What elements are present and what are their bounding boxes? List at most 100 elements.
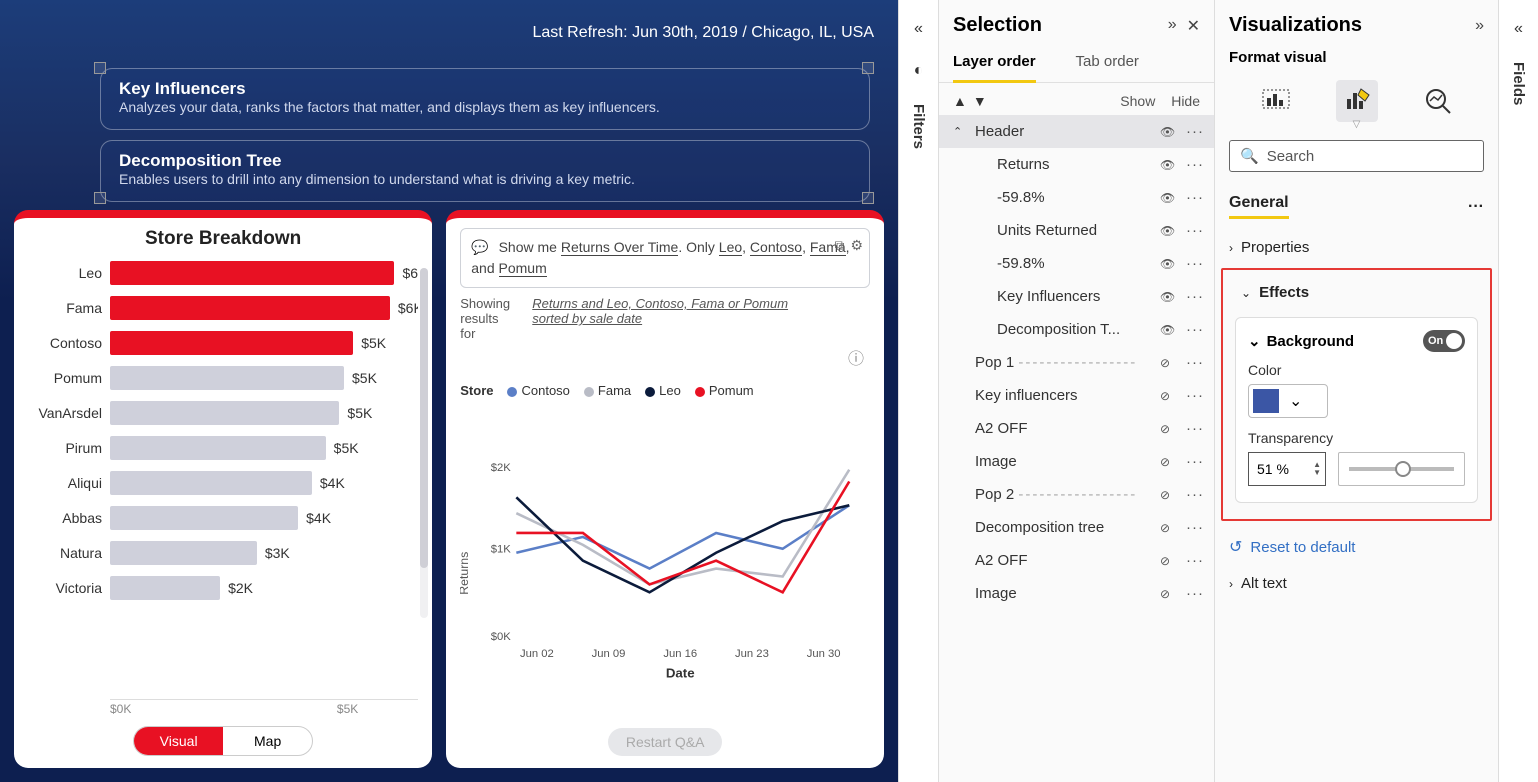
selection-item[interactable]: Key influencers⊘··· — [939, 379, 1214, 412]
expand-icon[interactable]: » — [1475, 17, 1484, 35]
store-breakdown-visual[interactable]: Store Breakdown Leo$6KFama$6KContoso$5KP… — [14, 210, 432, 768]
more-icon[interactable]: ··· — [1186, 123, 1204, 140]
hidden-icon[interactable]: ⊘ — [1160, 521, 1178, 535]
hide-button[interactable]: Hide — [1171, 93, 1200, 109]
analytics-icon[interactable] — [1417, 80, 1459, 122]
show-button[interactable]: Show — [1120, 93, 1155, 109]
effects-section[interactable]: ⌄ Effects — [1227, 274, 1486, 311]
fields-rail[interactable]: « Fields — [1498, 0, 1538, 782]
key-influencers-card[interactable]: Key Influencers Analyzes your data, rank… — [100, 68, 870, 130]
bar-fill[interactable] — [110, 366, 344, 390]
more-icon[interactable]: ··· — [1186, 387, 1204, 404]
visible-icon[interactable]: 👁 — [1160, 257, 1178, 271]
filters-icon[interactable]: ◐ — [914, 62, 924, 80]
selection-item[interactable]: Image⊘··· — [939, 577, 1214, 610]
selection-item[interactable]: Units Returned👁··· — [939, 214, 1214, 247]
toggle-visual[interactable]: Visual — [134, 727, 223, 755]
bar-fill[interactable] — [110, 296, 390, 320]
visible-icon[interactable]: 👁 — [1160, 158, 1178, 172]
hidden-icon[interactable]: ⊘ — [1160, 422, 1178, 436]
selection-item[interactable]: Pop 1 -----------------⊘··· — [939, 346, 1214, 379]
selection-item[interactable]: Image⊘··· — [939, 445, 1214, 478]
more-icon[interactable]: ··· — [1186, 321, 1204, 338]
more-icon[interactable]: ··· — [1186, 453, 1204, 470]
visual-map-toggle[interactable]: Visual Map — [133, 726, 313, 756]
background-toggle[interactable]: On — [1423, 330, 1465, 352]
selection-item[interactable]: ⌃Header👁··· — [939, 115, 1214, 148]
convert-visual-icon[interactable]: ⧉ — [834, 235, 844, 256]
visible-icon[interactable]: 👁 — [1160, 290, 1178, 304]
visible-icon[interactable]: 👁 — [1160, 224, 1178, 238]
bar-fill[interactable] — [110, 401, 339, 425]
collapse-left-icon[interactable]: « — [914, 20, 923, 38]
more-icon[interactable]: ··· — [1186, 222, 1204, 239]
bar-fill[interactable] — [110, 436, 326, 460]
hidden-icon[interactable]: ⊘ — [1160, 554, 1178, 568]
hidden-icon[interactable]: ⊘ — [1160, 356, 1178, 370]
more-icon[interactable]: ··· — [1186, 255, 1204, 272]
more-icon[interactable]: ··· — [1186, 420, 1204, 437]
qna-visual[interactable]: 💬 Show me Returns Over Time. Only Leo, C… — [446, 210, 884, 768]
search-input[interactable]: 🔍 Search — [1229, 140, 1484, 172]
visible-icon[interactable]: 👁 — [1160, 125, 1178, 139]
format-visual-icon[interactable] — [1336, 80, 1378, 122]
close-icon[interactable]: ✕ — [1187, 16, 1200, 36]
info-icon[interactable]: ⓘ — [848, 351, 864, 368]
selection-handle-icon[interactable] — [94, 192, 106, 204]
more-icon[interactable]: ··· — [1186, 486, 1204, 503]
bar-fill[interactable] — [110, 471, 312, 495]
visible-icon[interactable]: 👁 — [1160, 323, 1178, 337]
selection-item[interactable]: -59.8%👁··· — [939, 247, 1214, 280]
visible-icon[interactable]: 👁 — [1160, 191, 1178, 205]
report-canvas[interactable]: Last Refresh: Jun 30th, 2019 / Chicago, … — [0, 0, 898, 782]
selection-item[interactable]: Decomposition tree⊘··· — [939, 511, 1214, 544]
move-up-icon[interactable]: ▲ — [953, 93, 967, 109]
hidden-icon[interactable]: ⊘ — [1160, 455, 1178, 469]
properties-section[interactable]: › Properties — [1215, 229, 1498, 266]
bar-fill[interactable] — [110, 331, 353, 355]
toggle-map[interactable]: Map — [223, 727, 312, 755]
selection-handle-icon[interactable] — [862, 192, 874, 204]
filters-rail[interactable]: « ◐ Filters — [898, 0, 938, 782]
alt-text-section[interactable]: › Alt text — [1215, 565, 1498, 602]
restart-qna-button[interactable]: Restart Q&A — [608, 728, 723, 756]
more-icon[interactable]: ··· — [1186, 189, 1204, 206]
selection-handle-icon[interactable] — [94, 62, 106, 74]
selection-item[interactable]: A2 OFF⊘··· — [939, 412, 1214, 445]
more-icon[interactable]: ··· — [1186, 519, 1204, 536]
slider-thumb[interactable] — [1395, 461, 1411, 477]
selection-item[interactable]: Key Influencers👁··· — [939, 280, 1214, 313]
spin-down-icon[interactable]: ▼ — [1313, 469, 1321, 477]
scrollbar-thumb[interactable] — [420, 268, 428, 568]
more-icon[interactable]: ··· — [1186, 288, 1204, 305]
transparency-spinner[interactable]: 51 % ▲▼ — [1248, 452, 1326, 486]
tab-tab-order[interactable]: Tab order — [1076, 45, 1139, 82]
build-visual-icon[interactable] — [1255, 80, 1297, 122]
more-icon[interactable]: ··· — [1186, 156, 1204, 173]
selection-item[interactable]: Returns👁··· — [939, 148, 1214, 181]
qna-question-input[interactable]: 💬 Show me Returns Over Time. Only Leo, C… — [460, 228, 870, 288]
selection-item[interactable]: A2 OFF⊘··· — [939, 544, 1214, 577]
gear-icon[interactable]: ⚙ — [850, 235, 863, 256]
selection-item[interactable]: Decomposition T...👁··· — [939, 313, 1214, 346]
selection-item[interactable]: -59.8%👁··· — [939, 181, 1214, 214]
more-icon[interactable]: ··· — [1186, 354, 1204, 371]
more-icon[interactable]: ··· — [1468, 198, 1484, 216]
bar-fill[interactable] — [110, 576, 220, 600]
tab-layer-order[interactable]: Layer order — [953, 45, 1036, 83]
hidden-icon[interactable]: ⊘ — [1160, 389, 1178, 403]
bar-fill[interactable] — [110, 541, 257, 565]
more-icon[interactable]: ··· — [1186, 552, 1204, 569]
decomposition-tree-card[interactable]: Decomposition Tree Enables users to dril… — [100, 140, 870, 202]
move-down-icon[interactable]: ▼ — [973, 93, 987, 109]
reset-to-default-button[interactable]: ↺ Reset to default — [1215, 527, 1498, 565]
hidden-icon[interactable]: ⊘ — [1160, 587, 1178, 601]
expand-icon[interactable]: » — [1168, 16, 1177, 36]
bar-fill[interactable] — [110, 261, 394, 285]
selection-handle-icon[interactable] — [862, 62, 874, 74]
more-icon[interactable]: ··· — [1186, 585, 1204, 602]
transparency-slider[interactable] — [1338, 452, 1465, 486]
general-section[interactable]: General — [1229, 194, 1289, 219]
color-picker[interactable]: ⌄ — [1248, 384, 1328, 418]
hidden-icon[interactable]: ⊘ — [1160, 488, 1178, 502]
